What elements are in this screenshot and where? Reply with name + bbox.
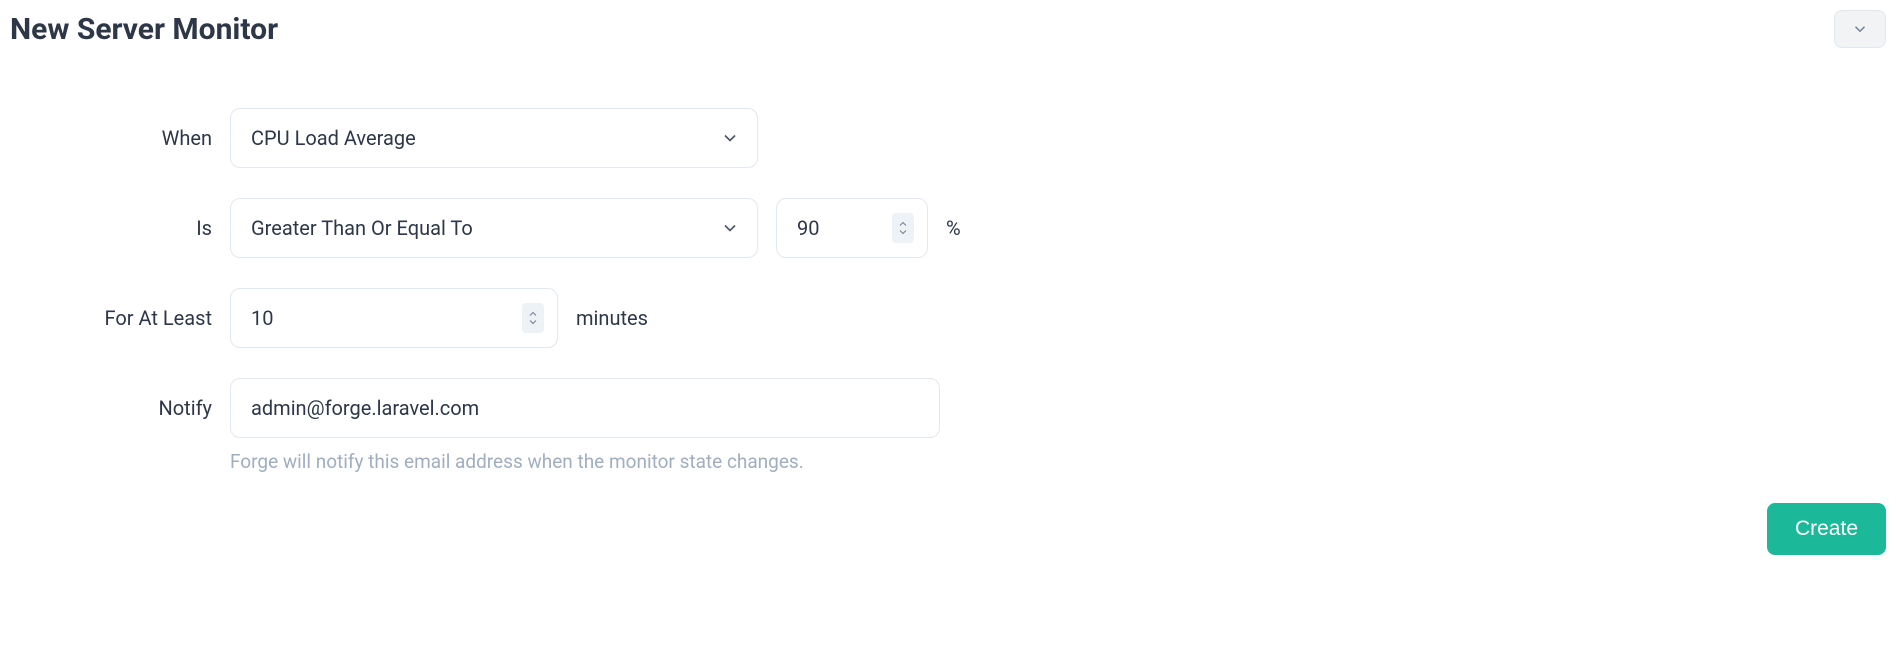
duration-input[interactable] <box>230 288 558 348</box>
is-row: Is % <box>10 198 1886 258</box>
duration-unit: minutes <box>576 306 648 330</box>
when-select-wrapper <box>230 108 758 168</box>
chevron-down-icon <box>527 318 539 326</box>
chevron-up-icon <box>897 220 909 228</box>
page-title: New Server Monitor <box>10 12 278 47</box>
for-at-least-label: For At Least <box>10 306 230 330</box>
is-label: Is <box>10 216 230 240</box>
is-input-col: % <box>230 198 961 258</box>
notify-email-input[interactable] <box>230 378 940 438</box>
duration-wrapper <box>230 288 558 348</box>
create-button[interactable]: Create <box>1767 503 1886 555</box>
when-label: When <box>10 126 230 150</box>
is-select[interactable] <box>230 198 758 258</box>
for-at-least-input-col: minutes <box>230 288 648 348</box>
chevron-up-icon <box>527 310 539 318</box>
when-input-col <box>230 108 758 168</box>
when-row: When <box>10 108 1886 168</box>
header-row: New Server Monitor <box>10 10 1886 48</box>
footer-row: Create <box>10 503 1886 555</box>
chevron-down-icon <box>897 228 909 236</box>
chevron-down-icon <box>1851 20 1869 38</box>
duration-stepper[interactable] <box>522 303 544 333</box>
threshold-unit: % <box>946 216 961 240</box>
notify-row: Notify <box>10 378 1886 438</box>
for-at-least-row: For At Least minutes <box>10 288 1886 348</box>
notify-input-col <box>230 378 940 438</box>
notify-helper-text: Forge will notify this email address whe… <box>230 450 1886 473</box>
threshold-wrapper <box>776 198 928 258</box>
notify-label: Notify <box>10 396 230 420</box>
threshold-stepper[interactable] <box>892 213 914 243</box>
collapse-button[interactable] <box>1834 10 1886 48</box>
is-select-wrapper <box>230 198 758 258</box>
when-select[interactable] <box>230 108 758 168</box>
